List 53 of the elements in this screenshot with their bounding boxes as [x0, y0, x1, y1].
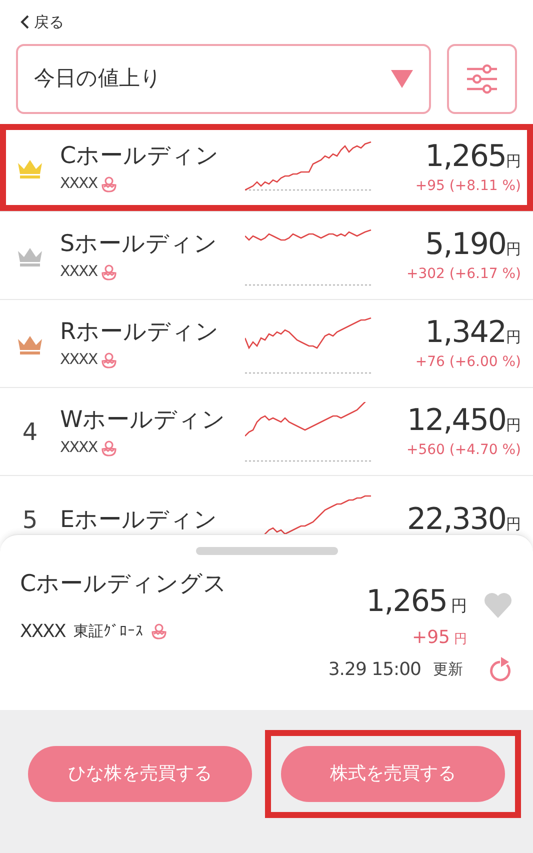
stock-name: Wホールディン — [60, 406, 227, 436]
yen-unit: 円 — [506, 415, 521, 436]
yen-unit: 円 — [506, 239, 521, 260]
update-label: 更新 — [433, 658, 463, 680]
filter-button[interactable] — [447, 44, 517, 114]
chick-icon — [151, 622, 168, 640]
price-change: +76 (+6.00 %) — [415, 353, 521, 372]
rank-number: 4 — [22, 416, 38, 448]
stock-code: XXXX — [60, 349, 98, 370]
drag-handle[interactable] — [196, 547, 338, 555]
price-change: +95 — [412, 626, 450, 650]
stock-row[interactable]: Rホールディン XXXX 1,342 円 +76 (+6.00 %) — [0, 300, 533, 388]
stock-name: Cホールディン — [60, 142, 220, 172]
update-time: 3.29 15:00 — [328, 658, 421, 682]
sort-dropdown[interactable]: 今日の値上り — [16, 44, 431, 114]
settings-sliders-icon — [465, 62, 499, 96]
yen-unit: 円 — [454, 631, 467, 649]
favorite-button[interactable] — [483, 591, 513, 619]
price-change: +560 (+4.70 %) — [406, 441, 521, 460]
yen-unit: 円 — [506, 514, 521, 534]
heart-icon — [483, 591, 513, 619]
stock-code: XXXX — [60, 173, 98, 194]
rank-number: 5 — [22, 504, 38, 534]
stock-code: XXXX — [60, 437, 98, 458]
stock-code: XXXX — [60, 261, 98, 282]
stock-price: 5,190 — [425, 226, 506, 264]
chevron-left-icon — [20, 15, 30, 29]
chick-icon — [101, 262, 118, 280]
refresh-icon — [487, 655, 513, 683]
price-change: +95 (+8.11 %) — [415, 177, 521, 196]
market-label: 東証ｸﾞﾛｰｽ — [73, 620, 144, 642]
yen-unit: 円 — [506, 151, 521, 172]
chick-icon — [101, 350, 118, 368]
stock-price: 12,450 — [407, 402, 506, 440]
stock-row[interactable]: Cホールディン XXXX 1,265円 +95 (+8.11 %) — [0, 124, 533, 212]
stock-price: 22,330 — [407, 500, 506, 534]
stock-name: Eホールディン — [60, 506, 219, 534]
stock-price: 1,265 — [425, 138, 506, 176]
stock-name: Rホールディン — [60, 318, 220, 348]
stock-full-name: Cホールディングス — [20, 570, 228, 599]
refresh-button[interactable] — [487, 655, 513, 683]
chick-icon — [101, 174, 118, 192]
caret-down-icon — [391, 70, 413, 88]
chick-icon — [101, 438, 118, 456]
stock-price: 1,342 — [425, 314, 506, 352]
yen-unit: 円 — [451, 595, 467, 617]
back-link[interactable]: 戻る — [0, 0, 84, 44]
price-change: +302 (+6.17 %) — [406, 265, 521, 284]
stock-price: 1,265 — [366, 583, 447, 621]
stock-code: XXXX — [20, 620, 66, 644]
stock-row[interactable]: Sホールディン XXXX 5,190円 +302 (+6.17 %) — [0, 212, 533, 300]
yen-unit: 円 — [506, 327, 521, 348]
stock-name: Sホールディン — [60, 230, 219, 260]
